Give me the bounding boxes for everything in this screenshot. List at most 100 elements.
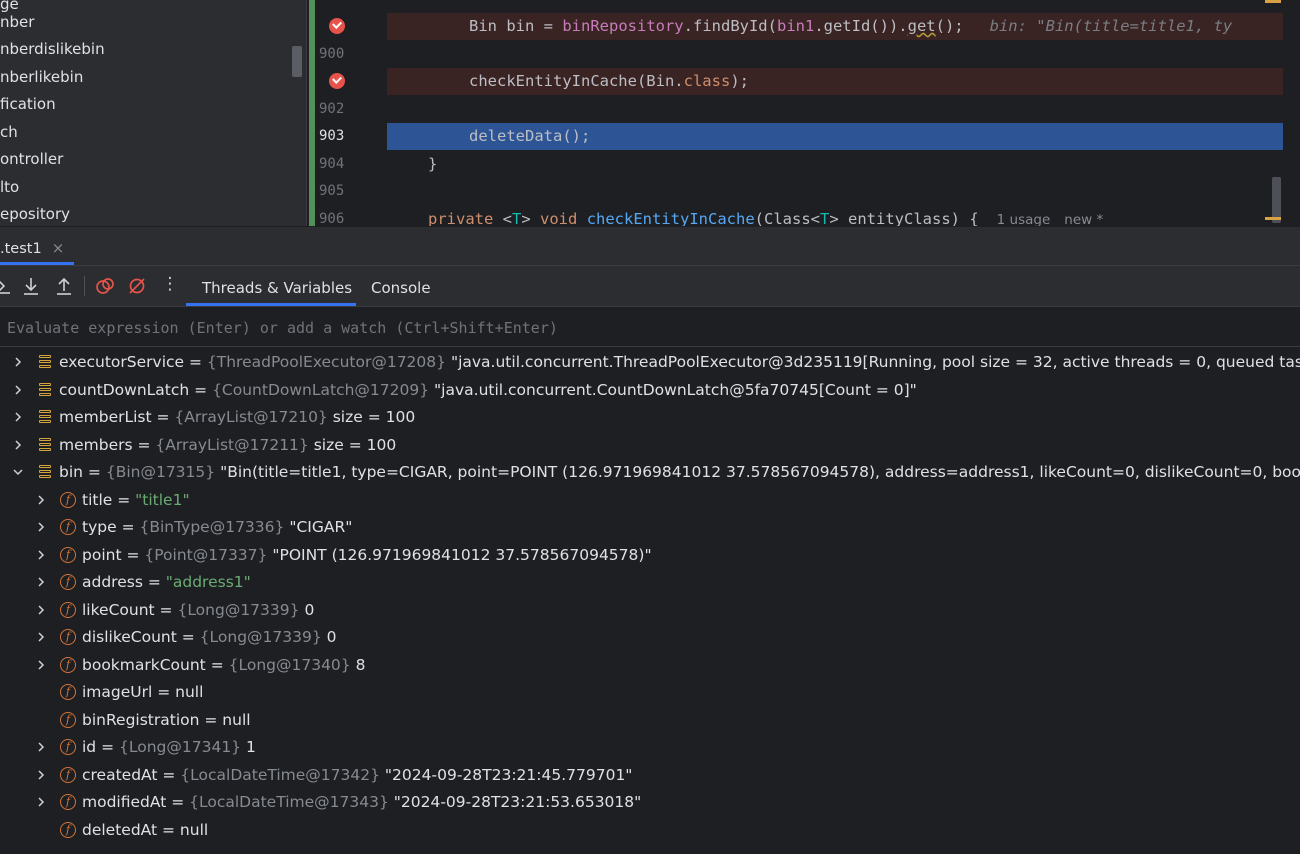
variable-row[interactable]: memberList = {ArrayList@17210} size = 10…: [0, 404, 1300, 431]
code-line[interactable]: private <T> void checkEntityInCache(Clas…: [387, 206, 1283, 226]
gutter-line[interactable]: [307, 68, 385, 95]
chevron-right-icon[interactable]: [12, 411, 24, 423]
tree-scrollbar[interactable]: [292, 46, 302, 77]
usages-link[interactable]: 1 usage: [997, 212, 1051, 226]
field-icon: f: [60, 821, 76, 838]
more-icon[interactable]: ⋮: [160, 274, 180, 294]
code-token: Bin bin =: [469, 17, 563, 35]
debug-toolbar: ⋮ Threads & Variables Console: [0, 266, 1300, 307]
chevron-right-icon[interactable]: [35, 631, 47, 643]
step-out-icon[interactable]: [54, 276, 74, 296]
debug-session-tab[interactable]: .test1 ×: [0, 227, 74, 265]
warning-stripe-marker[interactable]: [1265, 217, 1281, 220]
variable-type: {Bin@17315}: [105, 463, 216, 481]
variable-name: dislikeCount: [82, 628, 177, 646]
gutter-line[interactable]: 903: [307, 123, 385, 150]
tab-threads-variables[interactable]: Threads & Variables: [202, 266, 352, 306]
tree-item[interactable]: nberlikebin: [0, 64, 83, 91]
tree-item[interactable]: epository: [0, 201, 70, 226]
tree-item[interactable]: ontroller: [0, 146, 63, 173]
variable-row[interactable]: members = {ArrayList@17211} size = 100: [0, 432, 1300, 459]
variable-type: {CountDownLatch@17209}: [212, 380, 430, 399]
code-line[interactable]: }: [387, 151, 1283, 178]
code-line-breakpoint[interactable]: checkEntityInCache(Bin.class);: [387, 68, 1283, 95]
gutter-line[interactable]: 906: [307, 206, 385, 226]
variable-name: deletedAt: [82, 820, 158, 839]
chevron-right-icon[interactable]: [35, 741, 47, 753]
field-icon: f: [60, 766, 76, 783]
variable-row[interactable]: f id = {Long@17341} 1: [0, 734, 1300, 761]
code-token: void: [540, 210, 587, 226]
variable-row[interactable]: f imageUrl = null: [0, 679, 1300, 706]
variable-text: memberList = {ArrayList@17210} size = 10…: [59, 408, 416, 426]
variable-value: "2024-09-28T23:21:45.779701": [384, 765, 633, 784]
chevron-right-icon[interactable]: [12, 356, 24, 368]
code-line-execution-point[interactable]: deleteData();: [387, 123, 1283, 150]
tab-console[interactable]: Console: [371, 266, 431, 306]
variable-row[interactable]: countDownLatch = {CountDownLatch@17209} …: [0, 377, 1300, 404]
variable-row[interactable]: f likeCount = {Long@17339} 0: [0, 597, 1300, 624]
variable-value: "java.util.concurrent.CountDownLatch@5fa…: [434, 380, 917, 399]
tree-item[interactable]: nberdislikebin: [0, 36, 105, 63]
variable-name: createdAt: [82, 765, 158, 784]
variable-name: type: [82, 518, 117, 536]
variable-row[interactable]: f bookmarkCount = {Long@17340} 8: [0, 652, 1300, 679]
chevron-right-icon[interactable]: [35, 604, 47, 616]
tree-item[interactable]: nber: [0, 9, 34, 36]
gutter-line[interactable]: 900: [307, 41, 385, 68]
chevron-down-icon[interactable]: [12, 466, 24, 478]
breakpoint-icon[interactable]: [329, 70, 348, 89]
variable-row[interactable]: f createdAt = {LocalDateTime@17342} "2024…: [0, 762, 1300, 789]
chevron-right-icon[interactable]: [35, 521, 47, 533]
variable-row[interactable]: f dislikeCount = {Long@17339} 0: [0, 624, 1300, 651]
code-token: deleteData();: [469, 127, 591, 145]
variable-row[interactable]: bin = {Bin@17315} "Bin(title=title1, typ…: [0, 459, 1300, 486]
warning-stripe-marker[interactable]: [1265, 0, 1281, 3]
close-icon[interactable]: ×: [52, 239, 65, 257]
line-number: 903: [319, 128, 345, 144]
breakpoint-icon[interactable]: [329, 15, 348, 34]
tree-item[interactable]: fication: [0, 91, 56, 118]
step-into-icon[interactable]: [21, 276, 41, 296]
chevron-right-icon[interactable]: [12, 439, 24, 451]
chevron-right-icon[interactable]: [35, 796, 47, 808]
chevron-right-icon[interactable]: [35, 576, 47, 588]
code-line-breakpoint[interactable]: Bin bin = binRepository.findById(bin1.ge…: [387, 13, 1283, 40]
variable-row[interactable]: f modifiedAt = {LocalDateTime@17343} "202…: [0, 789, 1300, 816]
variable-row[interactable]: f deletedAt = null: [0, 817, 1300, 844]
local-variable-icon: [37, 437, 53, 453]
line-number: 906: [319, 211, 345, 226]
chevron-right-icon[interactable]: [35, 549, 47, 561]
code-token: class: [683, 72, 731, 90]
gutter-line[interactable]: 905: [307, 178, 385, 205]
chevron-right-icon[interactable]: [35, 769, 47, 781]
tree-item[interactable]: lto: [0, 174, 19, 201]
variable-name: address: [82, 573, 143, 591]
step-over-icon[interactable]: [0, 276, 14, 296]
variable-row[interactable]: f binRegistration = null: [0, 707, 1300, 734]
variable-type: {LocalDateTime@17343}: [189, 793, 389, 811]
evaluate-expression-input[interactable]: [0, 307, 1299, 348]
view-breakpoints-icon[interactable]: [95, 276, 115, 296]
variable-value: null: [179, 820, 209, 839]
variable-row[interactable]: f point = {Point@17337} "POINT (126.97196…: [0, 542, 1300, 569]
mute-breakpoints-icon[interactable]: [127, 276, 147, 296]
gutter-line[interactable]: 904: [307, 151, 385, 178]
chevron-right-icon[interactable]: [12, 384, 24, 396]
variable-row[interactable]: f type = {BinType@17336} "CIGAR": [0, 514, 1300, 541]
chevron-right-icon[interactable]: [35, 659, 47, 671]
variable-text: countDownLatch = {CountDownLatch@17209} …: [59, 380, 917, 399]
code-token: checkEntityInCache: [586, 210, 755, 226]
variable-row[interactable]: executorService = {ThreadPoolExecutor@17…: [0, 349, 1300, 376]
variable-row[interactable]: f title = "title1": [0, 487, 1300, 514]
chevron-right-icon[interactable]: [35, 494, 47, 506]
author-hint: new *: [1064, 212, 1104, 226]
code-token: binRepository: [562, 17, 684, 35]
gutter-line[interactable]: [307, 13, 385, 40]
tree-item[interactable]: ch: [0, 119, 18, 146]
variable-type: {LocalDateTime@17342}: [180, 765, 380, 784]
gutter-line[interactable]: 902: [307, 96, 385, 123]
variable-row[interactable]: f address = "address1": [0, 569, 1300, 596]
code-editor[interactable]: 900 902 903 904 905 906 Bin bin = binRep…: [307, 0, 1300, 226]
variable-value: size = 100: [332, 408, 416, 426]
